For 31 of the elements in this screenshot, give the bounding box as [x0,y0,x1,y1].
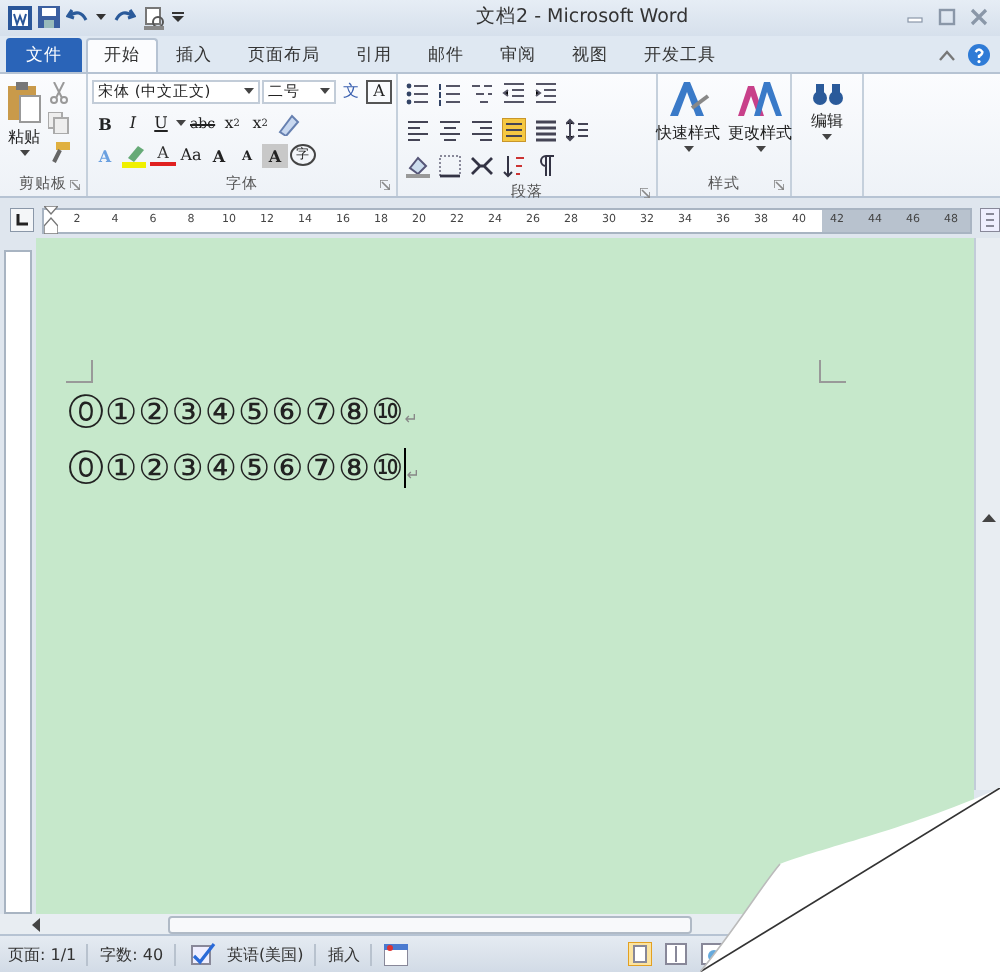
editing-button[interactable]: 编辑 [809,77,845,174]
paragraph-mark: ↵ [406,465,420,484]
change-styles-button[interactable]: 更改样式 [726,77,794,174]
language-indicator[interactable]: 英语(美国) [227,943,316,966]
italic-button[interactable]: I [120,111,146,136]
text-line: ⓪①②③④⑤⑥⑦⑧⑩ [68,445,405,492]
ribbon-tab[interactable]: 开发工具 [626,37,734,72]
paste-button[interactable]: 粘贴 [4,77,44,174]
paragraph-mark: ↵ [404,409,418,428]
ribbon-tab[interactable]: 插入 [158,37,230,72]
font-color-button[interactable]: A [150,144,176,167]
change-case-button[interactable]: Aa [178,143,204,168]
bold-button[interactable]: B [92,111,118,136]
word-count[interactable]: 字数: 40 [100,943,176,966]
page-count[interactable]: 页面: 1/1 [8,943,89,966]
file-tab[interactable]: 文件 [6,37,82,72]
phonetic-guide-button[interactable]: 文 [338,79,364,104]
ribbon-tab[interactable]: 审阅 [482,37,554,72]
insert-mode-indicator[interactable]: 插入 [327,943,372,966]
ribbon-tab[interactable]: 引用 [338,37,410,72]
ribbon-tab[interactable]: 视图 [554,37,626,72]
ribbon-tab[interactable]: 邮件 [410,37,482,72]
ribbon-tab[interactable]: 开始 [86,37,158,72]
character-shading-button[interactable]: A [262,143,288,168]
underline-button[interactable]: U [148,111,174,136]
grow-font-button[interactable]: A [206,143,232,168]
character-border-button[interactable]: A [366,79,392,104]
ribbon-tab[interactable]: 页面布局 [230,37,338,72]
text-line: ⓪①②③④⑤⑥⑦⑧⑩ [68,389,405,436]
quick-styles-button[interactable]: 快速样式 [654,77,722,174]
window-title: 文档2 - Microsoft Word [474,4,691,31]
